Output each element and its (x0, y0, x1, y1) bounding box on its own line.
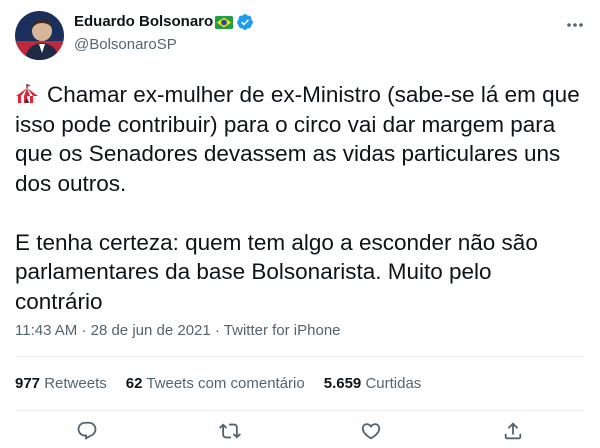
tweet-paragraph-2: E tenha certeza: quem tem algo a esconde… (15, 229, 538, 314)
tweet-paragraph-1: Chamar ex-mulher de ex-Ministro (sabe-se… (15, 80, 585, 198)
quotes-count: 62 (125, 375, 143, 392)
divider (15, 356, 585, 357)
divider (15, 410, 585, 411)
tweet-text: Chamar ex-mulher de ex-Ministro (sabe-se… (15, 80, 585, 316)
circus-tent-icon (15, 82, 39, 103)
meta-separator: · (77, 322, 91, 339)
retweet-icon[interactable] (216, 420, 244, 448)
user-name[interactable]: Eduardo Bolsonaro (74, 13, 213, 31)
action-bar (0, 418, 600, 445)
share-icon[interactable] (499, 420, 527, 448)
likes-stat[interactable]: 5.659 Curtidas (324, 374, 422, 394)
verified-badge-icon (236, 13, 254, 31)
avatar[interactable] (15, 11, 64, 60)
likes-label: Curtidas (365, 375, 422, 392)
brazil-flag-icon (215, 15, 234, 29)
likes-count: 5.659 (323, 375, 362, 392)
meta-separator: · (210, 322, 224, 339)
reply-icon[interactable] (73, 420, 101, 448)
more-options-icon[interactable] (560, 10, 590, 40)
tweet-date[interactable]: 28 de jun de 2021 (91, 322, 211, 339)
tweet-time[interactable]: 11:43 AM (15, 322, 77, 339)
quotes-stat[interactable]: 62 Tweets com comentário (126, 374, 305, 394)
tweet-card: Eduardo Bolsonaro @BolsonaroSP Chamar ex… (0, 0, 600, 445)
user-handle[interactable]: @BolsonaroSP (74, 36, 177, 54)
tweet-meta: 11:43 AM · 28 de jun de 2021 · Twitter f… (15, 321, 341, 341)
retweets-count: 977 (15, 375, 41, 392)
retweets-label: Retweets (44, 375, 107, 392)
quotes-label: Tweets com comentário (146, 375, 305, 392)
retweets-stat[interactable]: 977 Retweets (15, 374, 107, 394)
tweet-source[interactable]: Twitter for iPhone (224, 322, 341, 339)
user-name-row[interactable]: Eduardo Bolsonaro (74, 13, 254, 31)
tweet-stats: 977 Retweets 62 Tweets com comentário 5.… (15, 374, 440, 394)
like-icon[interactable] (357, 420, 385, 448)
tweet-paragraph-1-text: Chamar ex-mulher de ex-Ministro (sabe-se… (15, 82, 580, 196)
